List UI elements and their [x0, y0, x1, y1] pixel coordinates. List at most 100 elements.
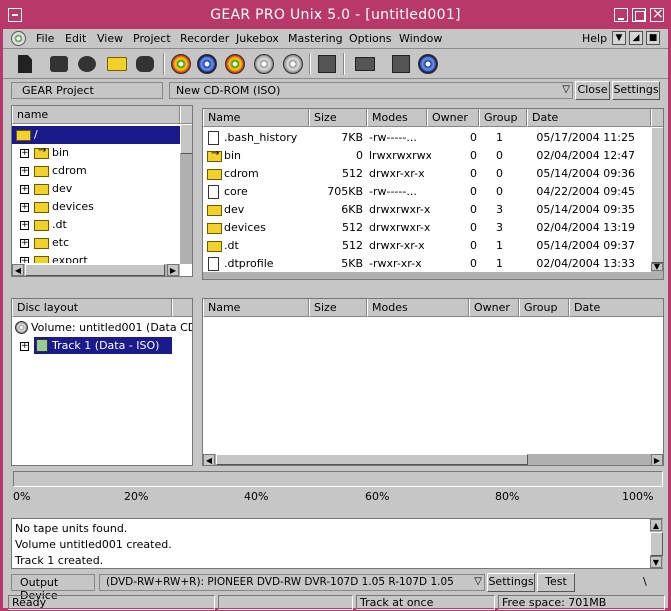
tree-item[interactable]: + dev: [12, 180, 180, 198]
search-disc-button[interactable]: [416, 53, 440, 75]
disc-col-group-header[interactable]: Group: [519, 299, 569, 317]
scroll-down-icon[interactable]: ▼: [650, 556, 662, 568]
tree-item[interactable]: + .dt: [12, 216, 180, 234]
expand-icon[interactable]: +: [20, 221, 29, 230]
scroll-left-icon[interactable]: ◀: [12, 264, 24, 276]
maximize-button[interactable]: [632, 8, 646, 22]
device-settings-button[interactable]: Settings: [487, 573, 535, 592]
file-row[interactable]: dev 6KB drwxrwxr-x 0 3 05/14/2004 09:35: [203, 201, 651, 219]
disc-col-date-header[interactable]: Date: [569, 299, 663, 317]
menu-options[interactable]: Options: [349, 32, 391, 45]
mdi-close-button[interactable]: ■: [646, 31, 660, 45]
stop-button[interactable]: [133, 53, 157, 75]
scroll-thumb[interactable]: [216, 454, 528, 465]
file-row[interactable]: bin 0 lrwxrwxrwx 0 0 02/04/2004 12:47: [203, 147, 651, 165]
scroll-thumb[interactable]: [25, 264, 165, 276]
expand-icon[interactable]: +: [20, 239, 29, 248]
col-group-header[interactable]: Group: [479, 109, 527, 127]
mdi-restore-button[interactable]: ◢: [629, 31, 643, 45]
tool-button-3[interactable]: [389, 53, 413, 75]
file-row[interactable]: devices 512 drwxrwxr-x 0 3 02/04/2004 13:19: [203, 219, 651, 237]
tool-button-1[interactable]: [315, 53, 339, 75]
project-type-select[interactable]: New CD-ROM (ISO) ▽: [169, 82, 573, 99]
col-modes-header[interactable]: Modes: [367, 109, 427, 127]
open-project-button[interactable]: [47, 53, 71, 75]
col-date-header[interactable]: Date: [527, 109, 651, 127]
file-row[interactable]: core 705KB -rw-----... 0 0 04/22/2004 09:45: [203, 183, 651, 201]
files-vertical-scrollbar[interactable]: ▼: [651, 127, 663, 272]
menu-window[interactable]: Window: [399, 32, 442, 45]
scroll-left-icon[interactable]: ◀: [203, 454, 215, 465]
disc-col-owner-header[interactable]: Owner: [469, 299, 519, 317]
tree-item[interactable]: + export: [12, 252, 180, 263]
new-project-button[interactable]: [13, 53, 37, 75]
file-row[interactable]: .bash_history 7KB -rw-----... 0 1 05/17/2004 …: [203, 129, 651, 147]
file-row[interactable]: .dtprofile 5KB -rwxr-xr-x 0 1 02/04/2004 13:3…: [203, 255, 651, 271]
tree-header[interactable]: name: [12, 106, 180, 124]
tree-item[interactable]: + etc: [12, 234, 180, 252]
scroll-thumb[interactable]: [180, 124, 192, 154]
file-row[interactable]: .dt 512 drwxr-xr-x 0 1 05/14/2004 09:37: [203, 237, 651, 255]
scroll-right-icon[interactable]: ▶: [167, 264, 179, 276]
menu-jukebox[interactable]: Jukebox: [236, 32, 279, 45]
tree-item[interactable]: + bin: [12, 144, 180, 162]
scroll-down-icon[interactable]: ▼: [651, 263, 663, 271]
output-device-select[interactable]: (DVD-RW+RW+R): PIONEER DVD-RW DVR-107D 1…: [99, 574, 485, 591]
col-size-header[interactable]: Size: [309, 109, 367, 127]
disc-files-horizontal-scrollbar[interactable]: ◀ ▶: [203, 454, 663, 465]
menu-recorder[interactable]: Recorder: [180, 32, 229, 45]
disc-info-button[interactable]: [169, 53, 193, 75]
tree-horizontal-scrollbar[interactable]: ◀ ▶: [12, 264, 180, 276]
col-name-header[interactable]: Name: [203, 109, 309, 127]
erase-disc-button[interactable]: [281, 53, 305, 75]
log-vertical-scrollbar[interactable]: ▲ ▼: [650, 519, 663, 568]
tool-button-2[interactable]: [353, 53, 377, 75]
close-window-button[interactable]: [650, 6, 664, 22]
dropdown-arrow-icon[interactable]: ▽: [474, 576, 482, 587]
expand-icon[interactable]: +: [20, 342, 29, 351]
tree-item[interactable]: + cdrom: [12, 162, 180, 180]
dropdown-arrow-icon[interactable]: ▽: [562, 84, 570, 95]
tree-item[interactable]: + devices: [12, 198, 180, 216]
scroll-thumb[interactable]: [651, 127, 663, 263]
files-horizontal-scrollbar[interactable]: [203, 272, 663, 279]
expand-icon[interactable]: +: [20, 167, 29, 176]
test-button[interactable]: Test: [537, 573, 575, 592]
expand-icon[interactable]: +: [20, 257, 29, 263]
scroll-right-icon[interactable]: ▶: [651, 454, 663, 465]
tree-vertical-scrollbar[interactable]: [180, 124, 192, 264]
scroll-up-icon[interactable]: ▲: [650, 519, 662, 531]
track-item[interactable]: + Track 1 (Data - ISO): [12, 337, 192, 355]
disc-layout-header[interactable]: Disc layout: [12, 299, 172, 317]
open-folder-button[interactable]: [105, 53, 129, 75]
project-settings-button[interactable]: Settings: [612, 81, 660, 100]
menu-project[interactable]: Project: [133, 32, 171, 45]
expand-icon[interactable]: +: [20, 185, 29, 194]
disc-col-name-header[interactable]: Name: [203, 299, 309, 317]
copy-disc-button[interactable]: [252, 53, 276, 75]
title-bar[interactable]: GEAR PRO Unix 5.0 - [untitled001]: [3, 3, 668, 29]
volume-item[interactable]: Volume: untitled001 (Data CD: [12, 319, 192, 337]
read-disc-button[interactable]: [195, 53, 219, 75]
menu-file[interactable]: File: [36, 32, 54, 45]
file-date: 05/17/2004 11:25: [536, 131, 635, 144]
menu-view[interactable]: View: [97, 32, 123, 45]
disc-col-modes-header[interactable]: Modes: [367, 299, 469, 317]
disc-col-size-header[interactable]: Size: [309, 299, 367, 317]
more-icon[interactable]: \: [643, 575, 647, 588]
expand-icon[interactable]: +: [20, 149, 29, 158]
col-owner-header[interactable]: Owner: [427, 109, 479, 127]
mdi-minimize-button[interactable]: ▼: [612, 31, 626, 45]
save-project-button[interactable]: [75, 53, 99, 75]
app-disc-icon[interactable]: [11, 31, 26, 46]
menu-help[interactable]: Help: [582, 32, 607, 45]
tree-item-root[interactable]: /: [12, 126, 180, 144]
write-disc-button[interactable]: [223, 53, 247, 75]
minimize-button[interactable]: [614, 8, 628, 22]
menu-mastering[interactable]: Mastering: [288, 32, 343, 45]
expand-icon[interactable]: +: [20, 203, 29, 212]
menu-edit[interactable]: Edit: [65, 32, 86, 45]
scroll-thumb[interactable]: [650, 532, 663, 556]
close-project-button[interactable]: Close: [575, 81, 610, 100]
file-row[interactable]: cdrom 512 drwxr-xr-x 0 0 05/14/2004 09:36: [203, 165, 651, 183]
